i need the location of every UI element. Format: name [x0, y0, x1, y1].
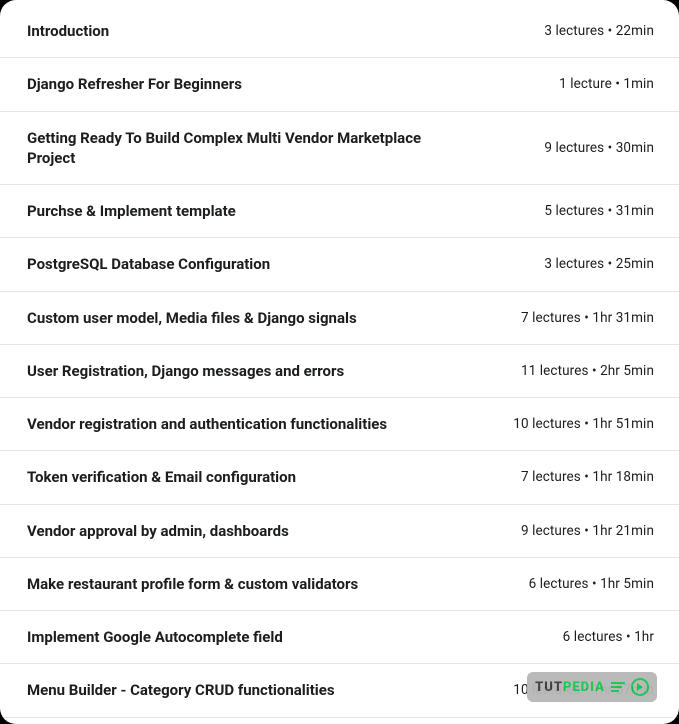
section-row[interactable]: PostgreSQL Database Configuration 3 lectu…	[0, 238, 679, 291]
section-meta: 3 lectures • 22min	[544, 23, 654, 39]
section-meta: 11 lectures • 2hr 5min	[521, 363, 654, 379]
section-row[interactable]: Introduction 3 lectures • 22min	[0, 11, 679, 58]
section-meta: 10 lectures • 1hr 51min	[513, 416, 654, 432]
section-title: Vendor registration and authentication f…	[27, 414, 457, 434]
section-title: Menu Builder - Category CRUD functionali…	[27, 680, 457, 700]
section-meta: 6 lectures • 1hr	[563, 629, 654, 645]
section-title: Token verification & Email configuration	[27, 467, 457, 487]
watermark-part1: TUT	[535, 680, 563, 695]
section-row[interactable]: Custom user model, Media files & Django …	[0, 292, 679, 345]
section-row[interactable]: Django Refresher For Beginners 1 lecture …	[0, 58, 679, 111]
watermark-badge: TUTPEDIA	[527, 672, 657, 702]
section-meta: 1 lecture • 1min	[559, 76, 654, 92]
section-meta: 9 lectures • 1hr 21min	[521, 523, 654, 539]
section-title: Django Refresher For Beginners	[27, 74, 457, 94]
section-title: Introduction	[27, 21, 457, 41]
course-sections-card: Introduction 3 lectures • 22min Django Ref…	[0, 0, 679, 724]
section-title: User Registration, Django messages and e…	[27, 361, 457, 381]
play-icon	[631, 678, 649, 696]
sections-list: Introduction 3 lectures • 22min Django Ref…	[0, 11, 679, 718]
section-title: Custom user model, Media files & Django …	[27, 308, 457, 328]
watermark-lines-icon	[611, 682, 625, 692]
section-title: Vendor approval by admin, dashboards	[27, 521, 457, 541]
section-row[interactable]: Purchse & Implement template 5 lectures •…	[0, 185, 679, 238]
section-title: PostgreSQL Database Configuration	[27, 254, 457, 274]
section-title: Getting Ready To Build Complex Multi Ven…	[27, 128, 457, 169]
section-row[interactable]: Getting Ready To Build Complex Multi Ven…	[0, 112, 679, 186]
section-row[interactable]: Vendor approval by admin, dashboards 9 le…	[0, 505, 679, 558]
section-row[interactable]: User Registration, Django messages and e…	[0, 345, 679, 398]
section-title: Purchse & Implement template	[27, 201, 457, 221]
section-meta: 5 lectures • 31min	[544, 203, 654, 219]
section-meta: 9 lectures • 30min	[544, 140, 654, 156]
section-row[interactable]: Token verification & Email configuration…	[0, 451, 679, 504]
section-title: Implement Google Autocomplete field	[27, 627, 457, 647]
watermark-part2: PEDIA	[563, 680, 605, 695]
section-row[interactable]: Make restaurant profile form & custom va…	[0, 558, 679, 611]
watermark-text: TUTPEDIA	[535, 680, 605, 695]
section-meta: 6 lectures • 1hr 5min	[529, 576, 654, 592]
section-row[interactable]: Implement Google Autocomplete field 6 lec…	[0, 611, 679, 664]
section-meta: 3 lectures • 25min	[544, 256, 654, 272]
section-meta: 7 lectures • 1hr 31min	[521, 310, 654, 326]
section-row[interactable]: Vendor registration and authentication f…	[0, 398, 679, 451]
section-title: Make restaurant profile form & custom va…	[27, 574, 457, 594]
section-meta: 7 lectures • 1hr 18min	[521, 469, 654, 485]
